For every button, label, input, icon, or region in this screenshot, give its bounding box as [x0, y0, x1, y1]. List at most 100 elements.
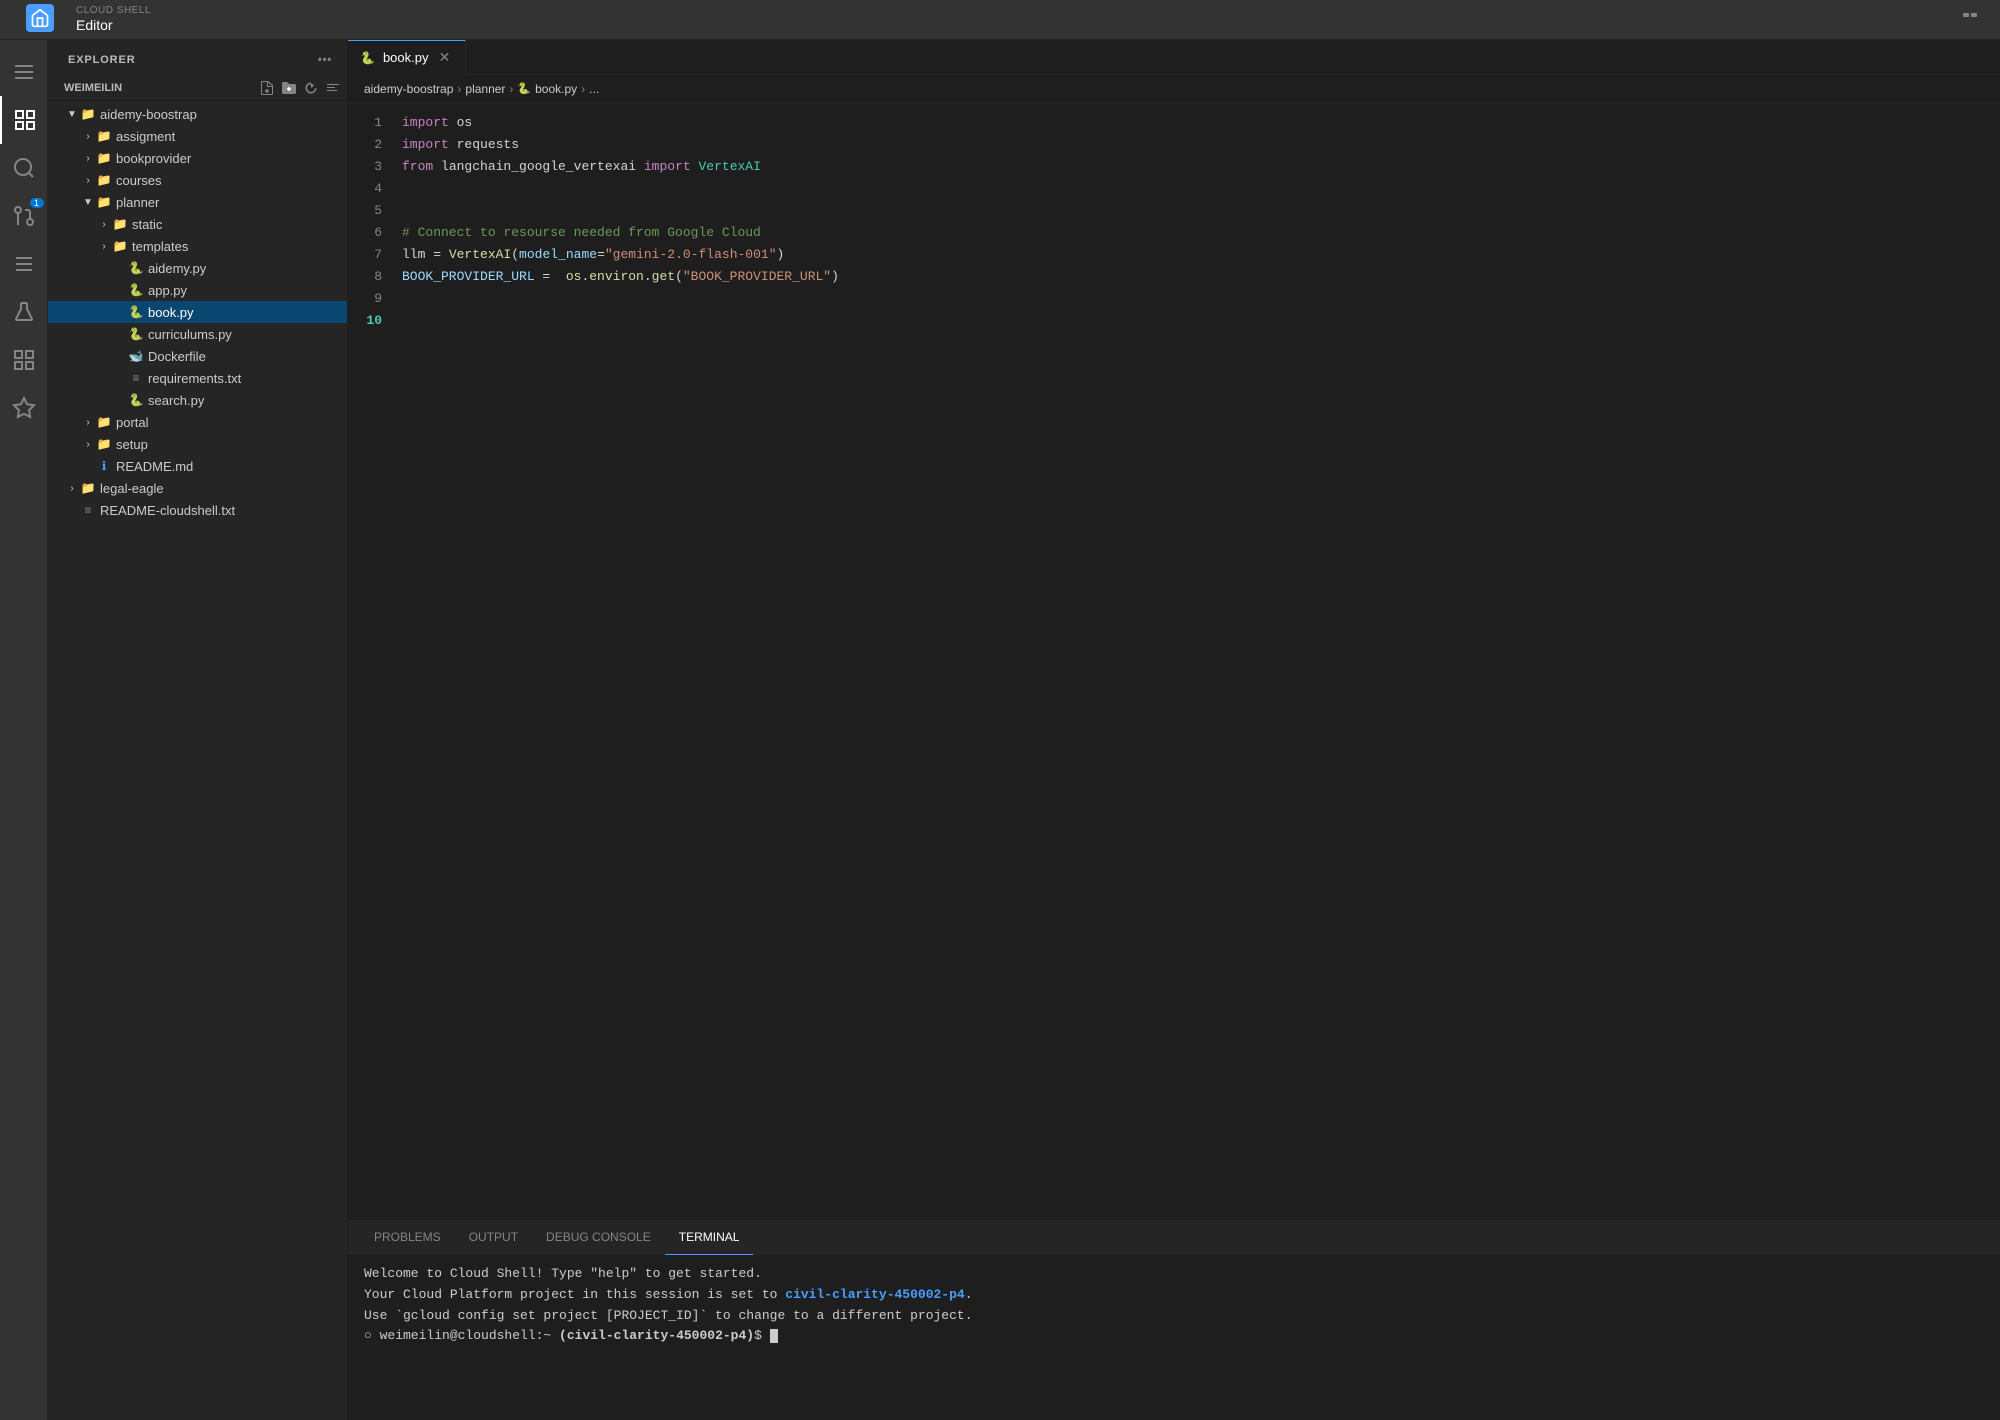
line-number: 6 [348, 225, 398, 240]
python-file-icon: 🐍 [128, 326, 144, 342]
activity-bar: 1 [0, 40, 48, 1420]
python-file-icon: 🐍 [128, 260, 144, 276]
new-folder-button[interactable] [279, 78, 299, 98]
cloud-shell-label: CLOUD SHELL [76, 5, 151, 17]
breadcrumb: aidemy-boostrap › planner › 🐍 book.py › … [348, 75, 2000, 103]
source-control-icon[interactable]: 1 [0, 192, 48, 240]
folder-assigment-label: assigment [116, 129, 175, 144]
tab-problems[interactable]: PROBLEMS [360, 1220, 455, 1255]
folder-assigment[interactable]: › 📁 assigment [48, 125, 347, 147]
tab-debug-console[interactable]: DEBUG CONSOLE [532, 1220, 665, 1255]
folder-planner[interactable]: ▼ 📁 planner [48, 191, 347, 213]
breadcrumb-planner[interactable]: planner [465, 82, 505, 96]
folder-static[interactable]: › 📁 static [48, 213, 347, 235]
file-search-py-label: search.py [148, 393, 204, 408]
breadcrumb-more[interactable]: ... [589, 82, 599, 96]
flask-icon[interactable] [0, 288, 48, 336]
file-aidemy-py[interactable]: 🐍 aidemy.py [48, 257, 347, 279]
puzzle-icon[interactable] [0, 336, 48, 384]
file-requirements-txt-label: requirements.txt [148, 371, 241, 386]
app-container: CLOUD SHELL Editor [0, 0, 2000, 1420]
tab-output[interactable]: OUTPUT [455, 1220, 532, 1255]
python-file-icon: 🐍 [128, 282, 144, 298]
folder-portal[interactable]: › 📁 portal [48, 411, 347, 433]
terminal-line-1: Welcome to Cloud Shell! Type "help" to g… [364, 1264, 1984, 1285]
root-label: WEIMEILIN [56, 82, 255, 94]
line-number: 4 [348, 181, 398, 196]
folder-icon: 📁 [96, 128, 112, 144]
folder-icon: 📁 [96, 436, 112, 452]
breadcrumb-file[interactable]: book.py [535, 82, 577, 96]
file-readme-cloudshell[interactable]: ≡ README-cloudshell.txt [48, 499, 347, 521]
line-content: from langchain_google_vertexai import Ve… [398, 159, 2000, 174]
file-book-py-label: book.py [148, 305, 194, 320]
file-readme-md-label: README.md [116, 459, 193, 474]
chevron-right-icon: › [80, 436, 96, 452]
cloud-shell-header: CLOUD SHELL Editor [0, 0, 2000, 40]
tab-book-py[interactable]: 🐍 book.py ✕ [348, 40, 466, 75]
code-line-10: 10 [348, 309, 2000, 331]
file-curriculums-py-label: curriculums.py [148, 327, 232, 342]
menu-icon[interactable] [0, 48, 48, 96]
refresh-button[interactable] [301, 78, 321, 98]
file-dockerfile[interactable]: 🐋 Dockerfile [48, 345, 347, 367]
star-icon[interactable] [0, 384, 48, 432]
explorer-toolbar: WEIMEILIN [48, 76, 347, 101]
folder-aidemy-bootstrap-label: aidemy-boostrap [100, 107, 197, 122]
breadcrumb-root[interactable]: aidemy-boostrap [364, 82, 453, 96]
line-content: import os [398, 115, 2000, 130]
file-readme-md[interactable]: ℹ README.md [48, 455, 347, 477]
code-line-8: 8 BOOK_PROVIDER_URL = os.environ.get("BO… [348, 265, 2000, 287]
code-line-1: 1 import os [348, 111, 2000, 133]
code-line-5: 5 [348, 199, 2000, 221]
folder-icon: 📁 [96, 194, 112, 210]
folder-icon: 📁 [112, 216, 128, 232]
code-line-3: 3 from langchain_google_vertexai import … [348, 155, 2000, 177]
extensions-icon[interactable] [0, 240, 48, 288]
file-book-py[interactable]: 🐍 book.py [48, 301, 347, 323]
line-number: 10 [348, 313, 398, 328]
code-content[interactable]: 1 import os 2 import requests 3 from lan… [348, 103, 2000, 1220]
chevron-right-icon: › [96, 238, 112, 254]
folder-legal-eagle[interactable]: › 📁 legal-eagle [48, 477, 347, 499]
folder-bookprovider[interactable]: › 📁 bookprovider [48, 147, 347, 169]
file-dockerfile-label: Dockerfile [148, 349, 206, 364]
file-app-py-label: app.py [148, 283, 187, 298]
resize-icon[interactable] [1956, 6, 1984, 34]
line-number: 5 [348, 203, 398, 218]
chevron-right-icon: › [80, 128, 96, 144]
folder-courses[interactable]: › 📁 courses [48, 169, 347, 191]
panel-tabs: PROBLEMS OUTPUT DEBUG CONSOLE TERMINAL [348, 1221, 2000, 1256]
new-file-button[interactable] [257, 78, 277, 98]
file-requirements-txt[interactable]: ≡ requirements.txt [48, 367, 347, 389]
explorer-icon[interactable] [0, 96, 48, 144]
code-line-7: 7 llm = VertexAI(model_name="gemini-2.0-… [348, 243, 2000, 265]
file-search-py[interactable]: 🐍 search.py [48, 389, 347, 411]
file-curriculums-py[interactable]: 🐍 curriculums.py [48, 323, 347, 345]
line-number: 1 [348, 115, 398, 130]
info-icon: ℹ [96, 458, 112, 474]
txt-file-icon: ≡ [80, 502, 96, 518]
file-app-py[interactable]: 🐍 app.py [48, 279, 347, 301]
chevron-down-icon: ▼ [80, 194, 96, 210]
line-content: # Connect to resourse needed from Google… [398, 225, 2000, 240]
folder-setup[interactable]: › 📁 setup [48, 433, 347, 455]
line-content: llm = VertexAI(model_name="gemini-2.0-fl… [398, 247, 2000, 262]
app-body: 1 [0, 40, 2000, 1420]
more-options-button[interactable]: ••• [315, 50, 335, 70]
tab-bar: 🐍 book.py ✕ [348, 40, 2000, 75]
terminal-content[interactable]: Welcome to Cloud Shell! Type "help" to g… [348, 1256, 2000, 1420]
collapse-button[interactable] [323, 78, 343, 98]
tab-terminal[interactable]: TERMINAL [665, 1220, 754, 1255]
folder-templates[interactable]: › 📁 templates [48, 235, 347, 257]
sidebar-header: EXPLORER ••• [48, 40, 347, 76]
line-number: 9 [348, 291, 398, 306]
folder-aidemy-bootstrap[interactable]: ▼ 📁 aidemy-boostrap [48, 103, 347, 125]
sidebar-header-title: EXPLORER [68, 54, 136, 66]
code-line-4: 4 [348, 177, 2000, 199]
chevron-right-icon: › [80, 172, 96, 188]
tab-close-button[interactable]: ✕ [437, 50, 453, 66]
search-icon[interactable] [0, 144, 48, 192]
terminal-line-3: Use `gcloud config set project [PROJECT_… [364, 1306, 1984, 1327]
python-file-icon: 🐍 [128, 304, 144, 320]
